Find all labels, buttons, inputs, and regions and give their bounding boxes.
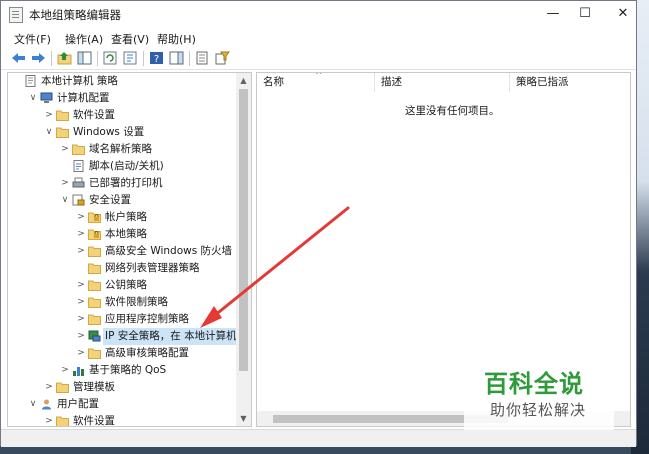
watermark-tagline: 助你轻松解决 <box>490 401 587 419</box>
watermark-logo: 百科全说 <box>484 370 584 398</box>
watermark: 百科全说 助你轻松解决 <box>464 360 614 430</box>
